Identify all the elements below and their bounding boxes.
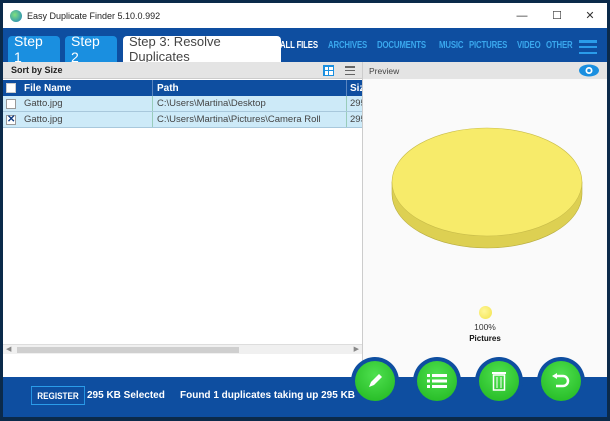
category-music[interactable]: MUSIC <box>439 40 464 51</box>
undo-icon <box>552 373 570 388</box>
file-path: C:\Users\Martina\Desktop <box>153 96 347 111</box>
list-button[interactable] <box>413 357 461 405</box>
category-filter: ALL FILES ARCHIVES DOCUMENTS MUSIC PICTU… <box>280 40 573 51</box>
pencil-icon <box>369 374 382 387</box>
column-path[interactable]: Path <box>153 80 347 96</box>
category-documents[interactable]: DOCUMENTS <box>377 40 426 51</box>
legend-swatch <box>478 306 492 319</box>
header: Step 1 Step 2 Step 3: Resolve Duplicates… <box>3 28 607 65</box>
scroll-left-arrow[interactable]: ◀ <box>6 345 11 353</box>
grid-view-icon[interactable] <box>323 65 334 76</box>
list-view-icon[interactable] <box>345 66 355 75</box>
row-checkbox[interactable]: ✕ <box>6 114 16 125</box>
file-path: C:\Users\Martina\Pictures\Camera Roll <box>153 112 347 127</box>
register-button[interactable]: REGISTER <box>31 386 86 405</box>
preview-label: Preview <box>369 66 400 76</box>
column-file-name[interactable]: File Name <box>19 80 153 96</box>
maximize-button[interactable]: ☐ <box>542 3 572 28</box>
app-window: Easy Duplicate Finder 5.10.0.992 — ☐ ✕ S… <box>3 3 607 417</box>
eye-icon[interactable] <box>579 64 599 77</box>
trash-icon <box>492 372 506 391</box>
list-icon <box>427 374 447 388</box>
title-bar: Easy Duplicate Finder 5.10.0.992 — ☐ ✕ <box>3 3 607 28</box>
pie-chart <box>391 127 583 249</box>
scroll-right-arrow[interactable]: ▶ <box>354 345 359 353</box>
file-size: 295 <box>350 114 362 125</box>
scrollbar-thumb[interactable] <box>17 347 239 353</box>
delete-button[interactable] <box>475 357 523 405</box>
row-checkbox[interactable] <box>6 98 16 109</box>
category-other[interactable]: OTHER <box>546 40 573 51</box>
hamburger-menu-icon[interactable] <box>579 40 597 54</box>
tab-step-3[interactable]: Step 3: Resolve Duplicates <box>123 34 281 64</box>
category-all-files[interactable]: ALL FILES <box>280 40 318 51</box>
undo-button[interactable] <box>537 357 585 405</box>
found-summary: Found 1 duplicates taking up 295 KB <box>180 390 356 401</box>
file-name: Gatto.jpg <box>19 112 153 127</box>
pie-slice-pictures <box>391 127 583 237</box>
close-button[interactable]: ✕ <box>575 3 605 28</box>
category-video[interactable]: VIDEO <box>517 40 541 51</box>
tab-step-2[interactable]: Step 2 <box>65 33 117 65</box>
edit-button[interactable] <box>351 357 399 405</box>
column-size[interactable]: Size <box>347 83 362 94</box>
file-name: Gatto.jpg <box>19 96 153 111</box>
table-row[interactable]: Gatto.jpg C:\Users\Martina\Desktop 295 <box>3 96 362 112</box>
category-pictures[interactable]: PICTURES <box>469 40 507 51</box>
window-title: Easy Duplicate Finder 5.10.0.992 <box>27 10 161 21</box>
table-row[interactable]: ✕ Gatto.jpg C:\Users\Martina\Pictures\Ca… <box>3 112 362 128</box>
legend-percent: 100% <box>474 322 496 332</box>
legend-label: Pictures <box>469 334 501 343</box>
preview-bar: Preview <box>363 62 607 79</box>
legend-item-pictures: 100% Pictures <box>363 306 607 343</box>
sort-label[interactable]: Sort by Size <box>11 65 63 75</box>
select-all-checkbox[interactable] <box>6 83 16 93</box>
sort-bar: Sort by Size <box>3 62 362 79</box>
selected-size: 295 KB Selected <box>87 390 165 401</box>
file-size: 295 <box>350 98 362 109</box>
minimize-button[interactable]: — <box>507 3 537 28</box>
category-archives[interactable]: ARCHIVES <box>328 40 367 51</box>
table-header: File Name Path Size <box>3 80 362 96</box>
preview-pane: 100% Pictures <box>363 79 607 378</box>
horizontal-scrollbar[interactable]: ◀ ▶ <box>3 344 362 354</box>
app-logo-icon <box>10 9 22 22</box>
tab-step-1[interactable]: Step 1 <box>8 33 60 65</box>
